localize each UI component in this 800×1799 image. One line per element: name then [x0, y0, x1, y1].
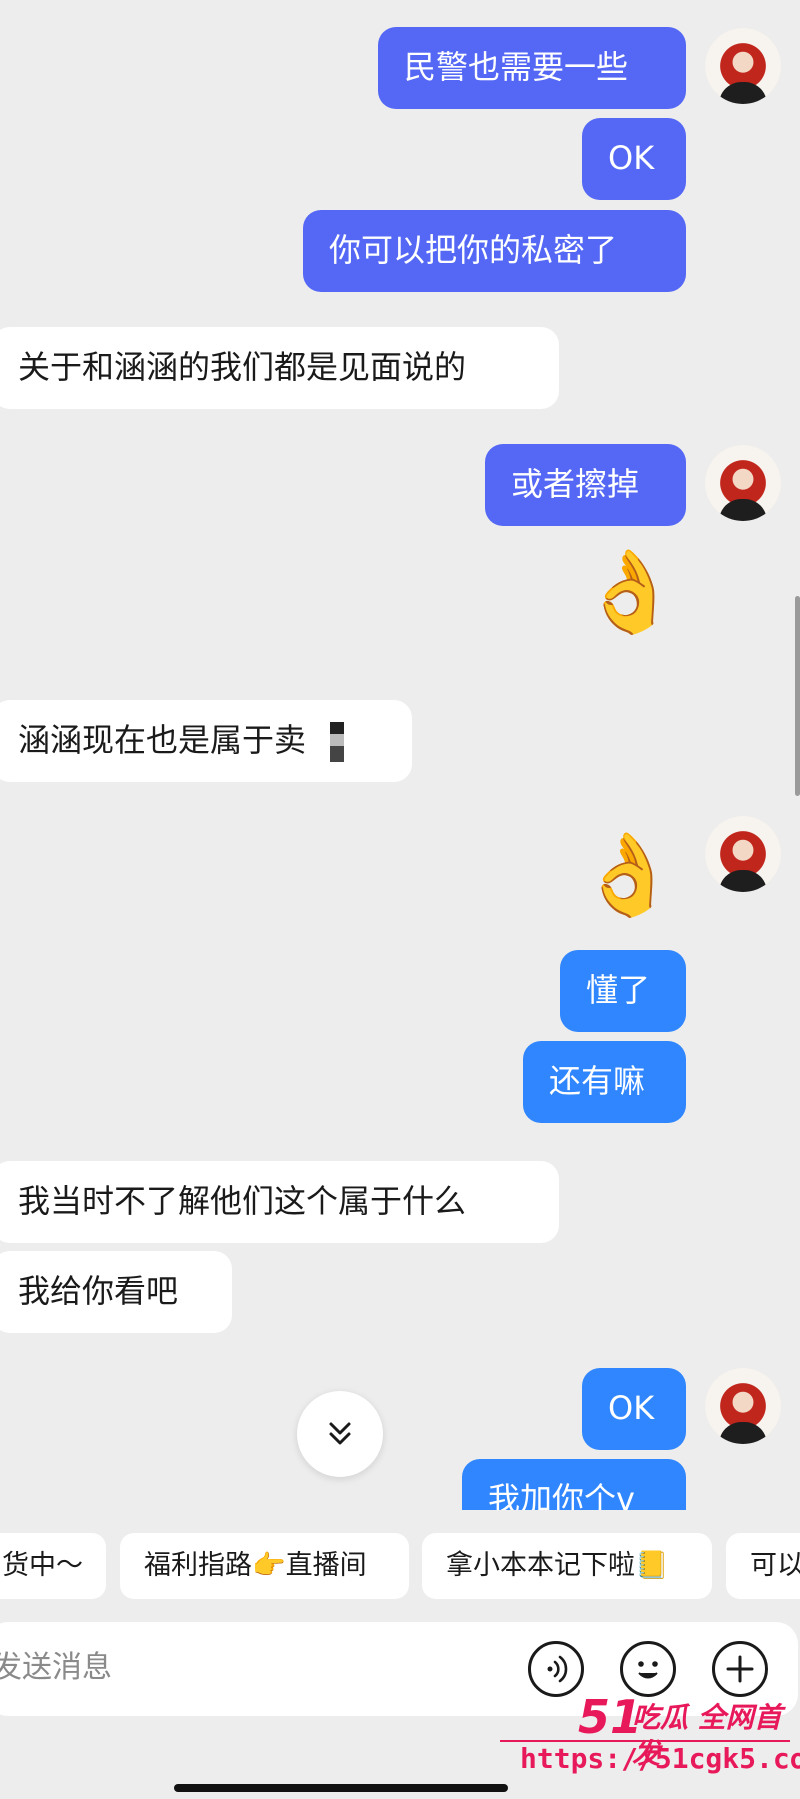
- double-chevron-down-icon: [329, 1422, 351, 1445]
- message-text: 涵涵现在也是属于卖: [18, 721, 307, 759]
- message-bubble-outgoing[interactable]: 懂了: [560, 950, 686, 1032]
- message-bubble-incoming[interactable]: 关于和涵涵的我们都是见面说的: [0, 327, 559, 409]
- ok-hand-emoji-message[interactable]: 👌: [578, 830, 678, 920]
- scrollbar[interactable]: [795, 596, 800, 796]
- quick-reply-bar[interactable]: 货中～ 福利指路👉直播间 拿小本本记下啦📒 可以: [0, 1533, 800, 1601]
- quick-reply-chip[interactable]: 拿小本本记下啦📒: [422, 1533, 712, 1599]
- message-bubble-outgoing[interactable]: OK: [582, 118, 686, 200]
- watermark-url: https://51cgk5.com: [520, 1742, 800, 1775]
- quick-reply-chip[interactable]: 货中～: [0, 1533, 106, 1599]
- censor-mosaic: [330, 722, 345, 762]
- message-bubble-incoming[interactable]: 我给你看吧: [0, 1251, 232, 1333]
- chat-message-list[interactable]: 民警也需要一些 OK 你可以把你的私密了 关于和涵涵的我们都是见面说的 或者擦掉…: [0, 0, 800, 1510]
- home-indicator[interactable]: [174, 1784, 508, 1792]
- plus-icon[interactable]: [712, 1641, 768, 1697]
- contact-avatar[interactable]: [705, 1368, 781, 1444]
- contact-avatar[interactable]: [705, 816, 781, 892]
- message-bubble-outgoing[interactable]: 民警也需要一些: [378, 27, 686, 109]
- message-bubble-incoming[interactable]: 我当时不了解他们这个属于什么: [0, 1161, 559, 1243]
- message-bubble-outgoing[interactable]: 我加你个v: [462, 1459, 686, 1510]
- contact-avatar[interactable]: [705, 28, 781, 104]
- message-bubble-outgoing[interactable]: 还有嘛: [523, 1041, 686, 1123]
- scroll-to-bottom-button[interactable]: [297, 1391, 383, 1477]
- message-bubble-incoming[interactable]: 涵涵现在也是属于卖: [0, 700, 412, 782]
- message-bubble-outgoing[interactable]: 或者擦掉: [485, 444, 686, 526]
- ok-hand-emoji-message[interactable]: 👌: [580, 547, 680, 637]
- message-bubble-outgoing[interactable]: 你可以把你的私密了: [303, 210, 686, 292]
- quick-reply-chip[interactable]: 福利指路👉直播间: [120, 1533, 409, 1599]
- message-bubble-outgoing[interactable]: OK: [582, 1368, 686, 1450]
- voice-wave-icon[interactable]: [528, 1641, 584, 1697]
- contact-avatar[interactable]: [705, 445, 781, 521]
- smiley-icon[interactable]: [620, 1641, 676, 1697]
- message-input[interactable]: 发送消息: [0, 1646, 112, 1690]
- quick-reply-chip[interactable]: 可以: [726, 1533, 800, 1599]
